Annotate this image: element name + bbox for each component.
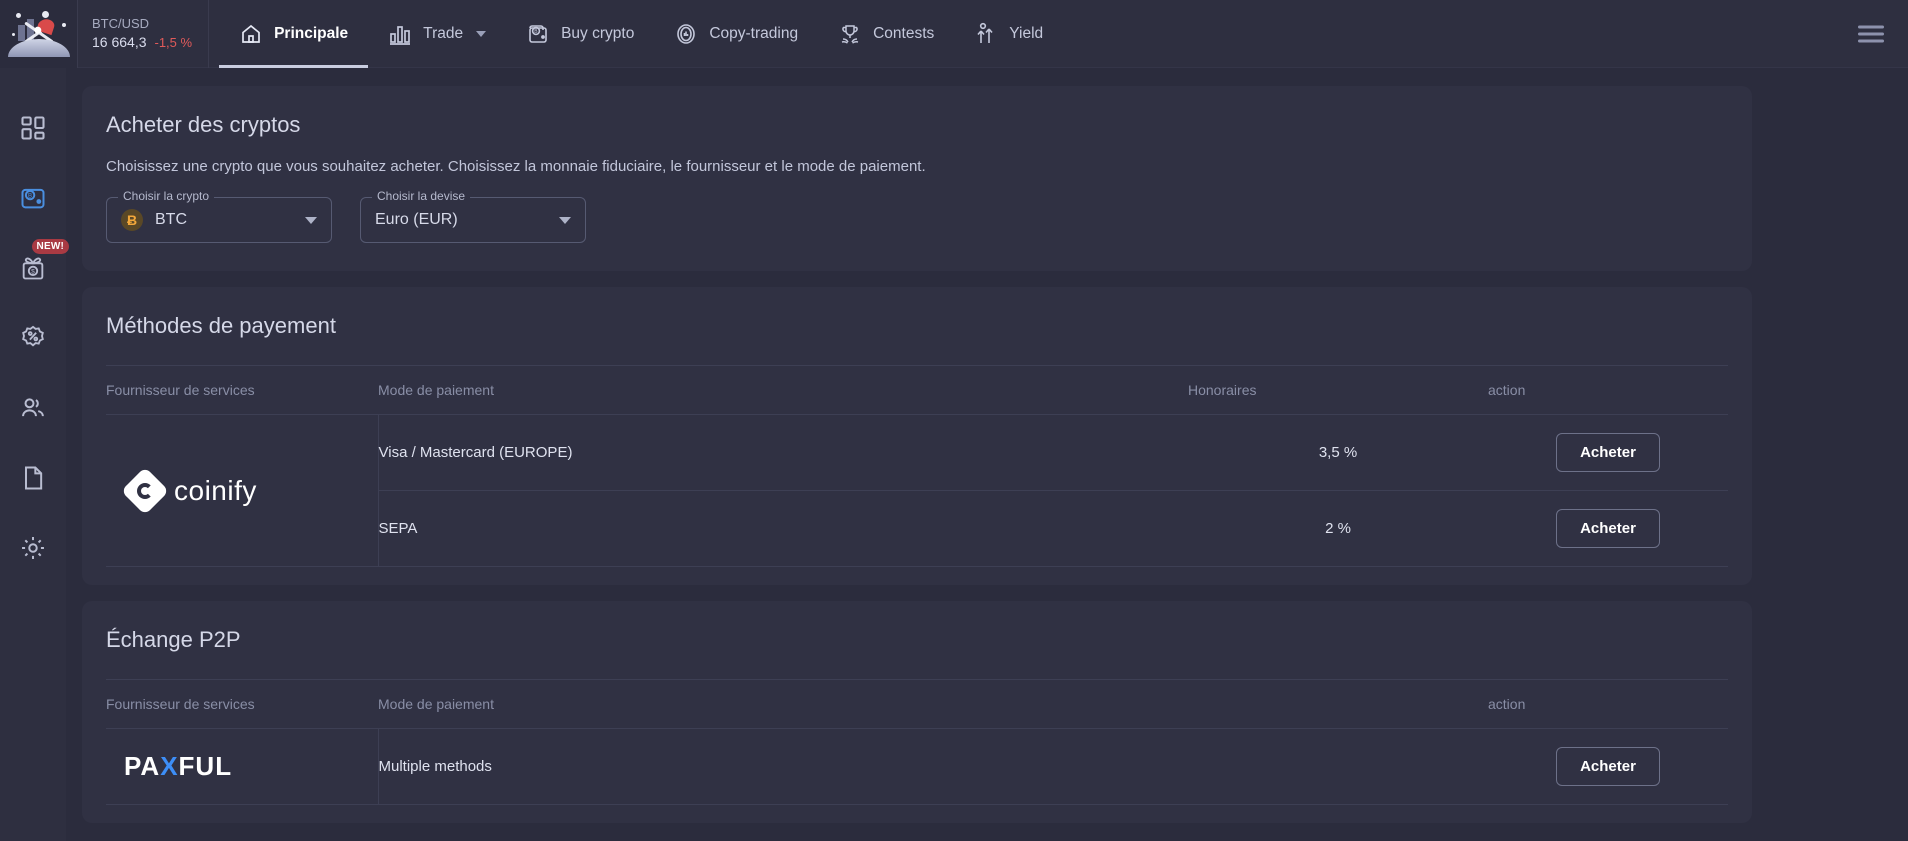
provider-cell-coinify: coinify [106, 414, 379, 567]
main-navigation: Principale Trade B Buy crypto Copy-tradi… [219, 0, 1063, 68]
buy-crypto-card: Acheter des cryptos Choisissez une crypt… [82, 86, 1752, 271]
home-icon [239, 22, 263, 46]
table-row: PAXFUL Multiple methods Acheter [106, 728, 1728, 805]
col-mode: Mode de paiement [378, 365, 1188, 415]
nav-item-buy-crypto[interactable]: B Buy crypto [506, 0, 654, 68]
payment-methods-table: Fournisseur de services Mode de paiement… [106, 365, 1728, 567]
gift-money-icon: $ [19, 254, 47, 282]
buy-button[interactable]: Acheter [1556, 509, 1660, 548]
nav-label-principale: Principale [274, 24, 349, 42]
ticker-change: -1,5 % [154, 35, 193, 50]
hamburger-menu-icon[interactable] [1858, 21, 1884, 46]
svg-text:B: B [28, 193, 32, 199]
row-fee-empty [1188, 728, 1488, 805]
users-icon [19, 394, 47, 422]
exchange-logo-icon [7, 10, 70, 57]
row-mode: Multiple methods [378, 728, 1188, 805]
gear-icon [19, 534, 47, 562]
row-fee: 2 % [1188, 490, 1488, 567]
nav-item-trade[interactable]: Trade [368, 0, 506, 68]
table-row: coinify Visa / Mastercard (EUROPE) 3,5 %… [106, 414, 1728, 567]
buy-button[interactable]: Acheter [1556, 433, 1660, 472]
provider-cell-paxful: PAXFUL [106, 728, 379, 805]
nav-label-buy-crypto: Buy crypto [561, 24, 635, 42]
row-fee: 3,5 % [1188, 414, 1488, 491]
ticker-pair: BTC/USD [92, 16, 150, 31]
crypto-select-value: BTC [155, 211, 187, 228]
chevron-down-icon[interactable] [476, 30, 487, 37]
bar-chart-icon [388, 22, 412, 46]
coinify-mark-icon [120, 466, 170, 515]
buy-crypto-title: Acheter des cryptos [106, 112, 301, 137]
row-action: Acheter [1488, 490, 1728, 567]
nav-label-trade: Trade [423, 24, 464, 42]
col-provider: Fournisseur de services [106, 365, 378, 415]
svg-text:$: $ [31, 268, 35, 275]
yield-arrows-icon [974, 22, 998, 46]
p2p-exchange-card: Échange P2P Fournisseur de services Mode… [82, 601, 1752, 823]
sidebar-item-documents[interactable] [11, 458, 55, 498]
buy-button[interactable]: Acheter [1556, 747, 1660, 786]
col-fee: Honoraires [1188, 365, 1488, 415]
chevron-down-icon[interactable] [305, 216, 317, 224]
nav-label-yield: Yield [1009, 24, 1044, 42]
nav-item-contests[interactable]: Contests [818, 0, 954, 68]
col-provider: Fournisseur de services [106, 679, 378, 729]
crypto-select[interactable]: Choisir la crypto Ƀ BTC [106, 189, 332, 243]
sidebar-item-settings[interactable] [11, 528, 55, 568]
currency-select-legend: Choisir la devise [372, 189, 471, 203]
crypto-select-legend: Choisir la crypto [118, 189, 215, 203]
sidebar-item-promotions[interactable] [11, 318, 55, 358]
nav-item-principale[interactable]: Principale [219, 0, 369, 68]
trophy-icon [838, 22, 862, 46]
col-action: action [1488, 679, 1728, 729]
coinify-logo: coinify [106, 466, 378, 515]
nav-label-contests: Contests [873, 24, 935, 42]
sidebar-item-rewards[interactable]: $ NEW! [11, 239, 69, 288]
nav-label-copy-trading: Copy-trading [709, 24, 799, 42]
row-action: Acheter [1488, 728, 1728, 805]
paxful-word-part2: FUL [178, 751, 233, 781]
wallet-bitcoin-icon: B [19, 184, 47, 212]
document-icon [19, 464, 47, 492]
copy-trading-icon [674, 22, 698, 46]
percent-badge-icon [19, 324, 47, 352]
sidebar-item-wallet[interactable]: B [11, 178, 55, 218]
col-action: action [1488, 365, 1728, 415]
row-mode: SEPA [378, 490, 1188, 567]
col-mode: Mode de paiement [378, 679, 1188, 729]
bitcoin-coin-icon: Ƀ [121, 209, 143, 231]
nav-item-copy-trading[interactable]: Copy-trading [654, 0, 818, 68]
col-spacer [1188, 679, 1488, 729]
price-ticker[interactable]: BTC/USD 16 664,3 -1,5 % [78, 0, 210, 68]
p2p-table: Fournisseur de services Mode de paiement… [106, 679, 1728, 805]
chevron-down-icon[interactable] [559, 216, 571, 224]
payment-methods-title: Méthodes de payement [106, 313, 336, 338]
row-mode: Visa / Mastercard (EUROPE) [378, 414, 1188, 491]
paxful-logo: PAXFUL [106, 751, 232, 781]
sidebar-badge-new: NEW! [31, 239, 69, 254]
selection-row: Choisir la crypto Ƀ BTC Choisir la devis… [82, 175, 1752, 271]
paxful-word-x: X [160, 751, 179, 781]
ticker-price: 16 664,3 [92, 34, 147, 50]
left-sidebar: B $ NEW! [0, 68, 69, 841]
wallet-bitcoin-icon: B [526, 22, 550, 46]
top-bar: BTC/USD 16 664,3 -1,5 % Principale Trade [0, 0, 1908, 68]
buy-crypto-subtitle: Choisissez une crypto que vous souhaitez… [106, 158, 926, 175]
sidebar-item-referrals[interactable] [11, 388, 55, 428]
table-header: Fournisseur de services Mode de paiement… [106, 365, 1728, 415]
row-action: Acheter [1488, 414, 1728, 491]
payment-methods-card: Méthodes de payement Fournisseur de serv… [82, 287, 1752, 585]
app-logo[interactable] [0, 0, 78, 68]
currency-select[interactable]: Choisir la devise Euro (EUR) [360, 189, 586, 243]
paxful-word-part1: PA [124, 751, 161, 781]
coinify-wordmark: coinify [174, 474, 257, 506]
sidebar-item-dashboard[interactable] [11, 108, 55, 148]
nav-item-yield[interactable]: Yield [954, 0, 1063, 68]
p2p-title: Échange P2P [106, 627, 241, 652]
currency-select-value: Euro (EUR) [375, 211, 458, 228]
main-content: Acheter des cryptos Choisissez une crypt… [66, 68, 1908, 841]
table-header: Fournisseur de services Mode de paiement… [106, 679, 1728, 729]
dashboard-grid-icon [19, 114, 47, 142]
